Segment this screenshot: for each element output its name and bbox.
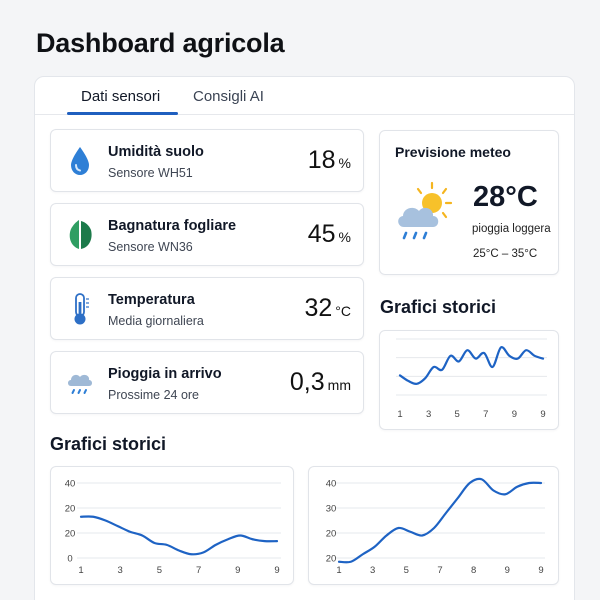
weather-title: Previsione meteo (395, 144, 511, 160)
x-tick-label: 9 (235, 565, 240, 576)
x-tick-label: 7 (437, 565, 442, 576)
chart-svg: 403020201 3 5 7 8 9 9 (326, 477, 545, 576)
sun-cloud-rain-icon (398, 181, 453, 240)
weather-forecast-card[interactable]: Previsione meteo 28°C pioggia loggera 25… (379, 130, 559, 275)
y-tick-label: 20 (326, 529, 337, 540)
x-tick-label: 8 (471, 565, 476, 576)
sensor-subtitle: Sensore WH51 (108, 166, 193, 180)
x-tick-label: 7 (196, 565, 201, 576)
sensor-card-temperature[interactable]: Temperatura Media giornaliera 32 °C (50, 277, 364, 340)
x-tick-label: 5 (455, 409, 460, 420)
y-tick-label: 0 (67, 554, 72, 565)
sensor-title: Bagnatura fogliare (108, 218, 237, 234)
x-tick-label: 1 (78, 565, 83, 576)
sensor-subtitle: Prossime 24 ore (108, 388, 200, 402)
y-tick-label: 20 (326, 554, 337, 565)
sensor-value: 18% (308, 146, 351, 175)
series-line (337, 477, 543, 564)
x-tick-label: 9 (274, 565, 279, 576)
x-tick-label: 9 (512, 409, 517, 420)
history-chart-left[interactable]: 40 20 20 0 1 3 5 7 9 9 (50, 466, 294, 585)
sensor-value: 32 °C (304, 294, 351, 323)
rain-cloud-icon (68, 374, 92, 394)
sensor-value-unit: mm (327, 377, 351, 393)
series-line (398, 346, 545, 385)
sensor-title: Pioggia in arrivo (108, 366, 222, 382)
history-title-bottom: Grafici storici (50, 434, 167, 454)
sensor-title: Temperatura (108, 292, 195, 308)
sensor-value-unit: % (338, 229, 351, 245)
chart-svg: 40 20 20 01 3 5 7 9 9 (65, 479, 281, 576)
sensor-value-number: 45 (307, 220, 336, 248)
sensor-card-rain[interactable]: Pioggia in arrivo Prossime 24 ore 0,3 mm (50, 351, 364, 414)
weather-range: 25°C – 35°C (473, 248, 538, 260)
sensor-card-leaf-wetness[interactable]: Bagnatura fogliare Sensore WN36 45% (50, 203, 364, 266)
x-tick-label: 5 (157, 565, 162, 576)
x-tick-label: 1 (397, 409, 402, 420)
page-title: Dashboard agricola (36, 28, 285, 58)
y-tick-label: 20 (65, 504, 76, 515)
leaf-icon (69, 220, 92, 250)
x-tick-label: 1 (336, 565, 341, 576)
sensor-subtitle: Media giornaliera (108, 314, 204, 328)
x-tick-label: 7 (483, 409, 488, 420)
x-tick-label: 9 (538, 565, 543, 576)
y-tick-label: 30 (326, 504, 337, 515)
sensor-value-number: 32 (304, 294, 333, 322)
y-tick-label: 40 (65, 479, 76, 490)
sensor-value-number: 18 (307, 146, 336, 174)
tab-dati-sensori[interactable]: Dati sensori (81, 88, 160, 105)
weather-temperature: 28°C (473, 181, 538, 213)
sensor-title: Umidità suolo (108, 144, 204, 160)
chart-svg: 1 3 5 7 9 9 (396, 338, 547, 420)
y-tick-label: 20 (65, 529, 76, 540)
x-tick-label: 9 (540, 409, 545, 420)
sensor-value: 45% (308, 220, 351, 249)
x-tick-label: 3 (370, 565, 375, 576)
sensor-value: 0,3 mm (290, 368, 351, 397)
x-tick-label: 3 (426, 409, 431, 420)
sensor-subtitle: Sensore WN36 (108, 240, 193, 254)
y-tick-label: 40 (326, 479, 337, 490)
series-line (79, 515, 279, 556)
history-chart-small[interactable]: 1 3 5 7 9 9 (379, 330, 559, 430)
sensor-value-number: 0,3 (289, 368, 325, 396)
sensor-card-soil-moisture[interactable]: Umidità suolo Sensore WH51 18% (50, 129, 364, 192)
tab-bar: Dati sensori Consigli AI (35, 77, 574, 115)
active-tab-indicator (67, 112, 178, 115)
sensor-value-unit: °C (335, 303, 351, 319)
weather-condition: pioggia loggera (472, 223, 551, 235)
x-tick-label: 3 (118, 565, 123, 576)
water-drop-icon (71, 147, 89, 175)
thermometer-icon (74, 293, 89, 325)
sensor-value-unit: % (338, 155, 351, 171)
history-chart-right[interactable]: 40 30 20 20 1 3 5 7 8 9 9 (308, 466, 559, 585)
x-tick-label: 9 (505, 565, 510, 576)
history-title-right: Grafici storici (380, 297, 497, 317)
x-tick-label: 5 (404, 565, 409, 576)
tab-consigli-ai[interactable]: Consigli AI (193, 88, 264, 105)
